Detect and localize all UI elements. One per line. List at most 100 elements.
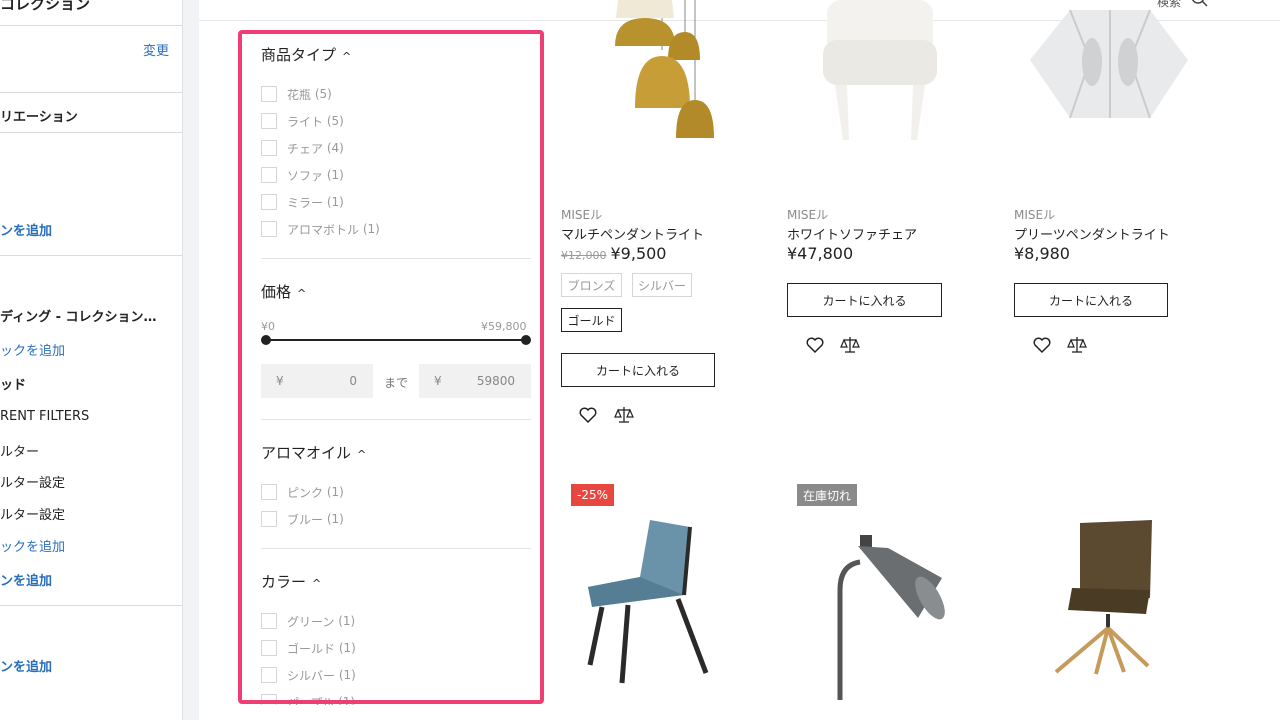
price-range-separator: まで xyxy=(384,376,409,390)
add-section-button-2[interactable]: ンを追加 xyxy=(0,570,52,589)
option-label: 花瓶 xyxy=(287,87,312,102)
price-slider-max-handle[interactable] xyxy=(521,335,531,345)
product-image-blue-chair[interactable] xyxy=(580,515,715,690)
sidebar-item-filter-settings-2[interactable]: ルター設定 xyxy=(0,504,65,523)
product-image-pendant-light[interactable] xyxy=(600,0,730,145)
heart-icon[interactable] xyxy=(578,405,598,425)
checkbox[interactable] xyxy=(261,140,277,156)
section-heading[interactable]: ッド xyxy=(0,374,26,393)
variant-swatch-gold[interactable]: ゴールド xyxy=(561,308,622,332)
filter-option[interactable]: グリーン (1) xyxy=(261,612,355,630)
option-count: (5) xyxy=(326,114,344,128)
product-image-sofa-chair[interactable] xyxy=(815,0,945,150)
option-label: チェア xyxy=(287,141,324,156)
heart-icon[interactable] xyxy=(805,335,825,355)
variation-heading: リエーション xyxy=(0,110,78,125)
filter-option[interactable]: ミラー (1) xyxy=(261,193,344,211)
change-link[interactable]: 変更 xyxy=(143,40,169,59)
sold-out-badge: 在庫切れ xyxy=(797,484,858,506)
chevron-up-icon: ^ xyxy=(342,50,352,63)
option-count: (1) xyxy=(326,485,344,499)
option-label: アロマボトル xyxy=(287,222,360,237)
filter-option[interactable]: ライト (5) xyxy=(261,112,344,130)
checkbox[interactable] xyxy=(261,640,277,656)
add-section-button-3[interactable]: ンを追加 xyxy=(0,656,52,675)
price-max-value: 59800 xyxy=(476,374,515,388)
add-to-cart-button[interactable]: カートに入れる xyxy=(561,353,715,387)
divider xyxy=(0,92,182,93)
option-label: ブルー xyxy=(287,512,324,527)
add-section-button[interactable]: ンを追加 xyxy=(0,220,52,239)
filter-title: カラー xyxy=(261,573,307,591)
checkbox[interactable] xyxy=(261,613,277,629)
sidebar-item-current-filters[interactable]: RENT FILTERS xyxy=(0,409,89,424)
option-count: (5) xyxy=(314,87,332,101)
product-image-brown-chair[interactable] xyxy=(1050,518,1160,678)
compare-scale-icon[interactable] xyxy=(1067,335,1087,355)
product-name[interactable]: プリーツペンダントライト xyxy=(1014,224,1170,243)
option-count: (1) xyxy=(338,641,356,655)
checkbox[interactable] xyxy=(261,194,277,210)
compare-scale-icon[interactable] xyxy=(840,335,860,355)
add-block-link[interactable]: ックを追加 xyxy=(0,340,65,359)
filter-heading-aroma-oil[interactable]: アロマオイル ^ xyxy=(261,442,366,463)
checkbox[interactable] xyxy=(261,667,277,683)
sidebar-item-filter-settings[interactable]: ルター設定 xyxy=(0,472,65,491)
product-name[interactable]: マルチペンダントライト xyxy=(561,224,704,243)
filter-option[interactable]: ピンク (1) xyxy=(261,483,344,501)
collection-heading[interactable]: ディング - コレクション… xyxy=(0,306,157,325)
filter-option[interactable]: ゴールド (1) xyxy=(261,639,356,657)
option-count: (4) xyxy=(326,141,344,155)
variant-swatch-silver[interactable]: シルバー xyxy=(632,273,692,297)
compare-scale-icon[interactable] xyxy=(614,405,634,425)
checkbox[interactable] xyxy=(261,113,277,129)
search-icon[interactable] xyxy=(1189,0,1209,10)
checkbox[interactable] xyxy=(261,694,277,705)
filter-heading-price[interactable]: 価格 ^ xyxy=(261,281,306,302)
divider xyxy=(0,605,182,606)
heart-icon[interactable] xyxy=(1032,335,1052,355)
checkbox[interactable] xyxy=(261,86,277,102)
price-min-label: ¥0 xyxy=(261,320,275,333)
product-name[interactable]: ホワイトソファチェア xyxy=(787,224,917,243)
filter-option[interactable]: チェア (4) xyxy=(261,139,344,157)
option-count: (1) xyxy=(338,614,356,628)
add-block-link-2[interactable]: ックを追加 xyxy=(0,536,65,555)
add-to-cart-button[interactable]: カートに入れる xyxy=(787,283,942,317)
product-old-price: ¥12,000 xyxy=(561,249,607,262)
option-count: (1) xyxy=(338,695,356,705)
filter-divider xyxy=(261,548,531,549)
currency-symbol: ¥ xyxy=(276,374,284,388)
option-label: ミラー xyxy=(287,195,324,210)
price-max-input[interactable]: ¥ 59800 xyxy=(419,364,531,398)
price-slider-min-handle[interactable] xyxy=(261,335,271,345)
filter-option[interactable]: パープル (1) xyxy=(261,693,355,705)
product-brand: MISEル xyxy=(1014,208,1056,222)
filter-option[interactable]: ブルー (1) xyxy=(261,510,344,528)
variant-swatch-bronze[interactable]: ブロンズ xyxy=(561,273,622,297)
checkbox[interactable] xyxy=(261,511,277,527)
sidebar-item-filter[interactable]: ルター xyxy=(0,441,39,460)
price-slider-track[interactable] xyxy=(266,339,526,341)
filter-option[interactable]: 花瓶 (5) xyxy=(261,85,332,103)
filter-heading-product-type[interactable]: 商品タイプ ^ xyxy=(261,44,351,65)
sidebar-title: コレクション xyxy=(0,0,91,13)
checkbox[interactable] xyxy=(261,221,277,237)
product-image-pleats-light[interactable] xyxy=(1030,0,1190,125)
checkbox[interactable] xyxy=(261,484,277,500)
option-label: シルバー xyxy=(287,668,336,683)
filter-option[interactable]: ソファ (1) xyxy=(261,166,344,184)
add-to-cart-button[interactable]: カートに入れる xyxy=(1014,283,1168,317)
filter-option[interactable]: アロマボトル (1) xyxy=(261,220,380,238)
filter-option[interactable]: シルバー (1) xyxy=(261,666,356,684)
product-brand: MISEル xyxy=(787,208,829,222)
product-image-floor-lamp[interactable] xyxy=(830,530,950,700)
editor-sidebar: コレクション 変更 リエーション ンを追加 ディング - コレクション… ックを… xyxy=(0,0,183,720)
product-sale-price: ¥9,500 xyxy=(610,244,667,263)
option-count: (1) xyxy=(362,222,380,236)
option-label: グリーン xyxy=(287,614,335,629)
filter-heading-color[interactable]: カラー ^ xyxy=(261,571,321,592)
price-min-input[interactable]: ¥ 0 xyxy=(261,364,373,398)
checkbox[interactable] xyxy=(261,167,277,183)
chevron-up-icon: ^ xyxy=(357,448,367,461)
